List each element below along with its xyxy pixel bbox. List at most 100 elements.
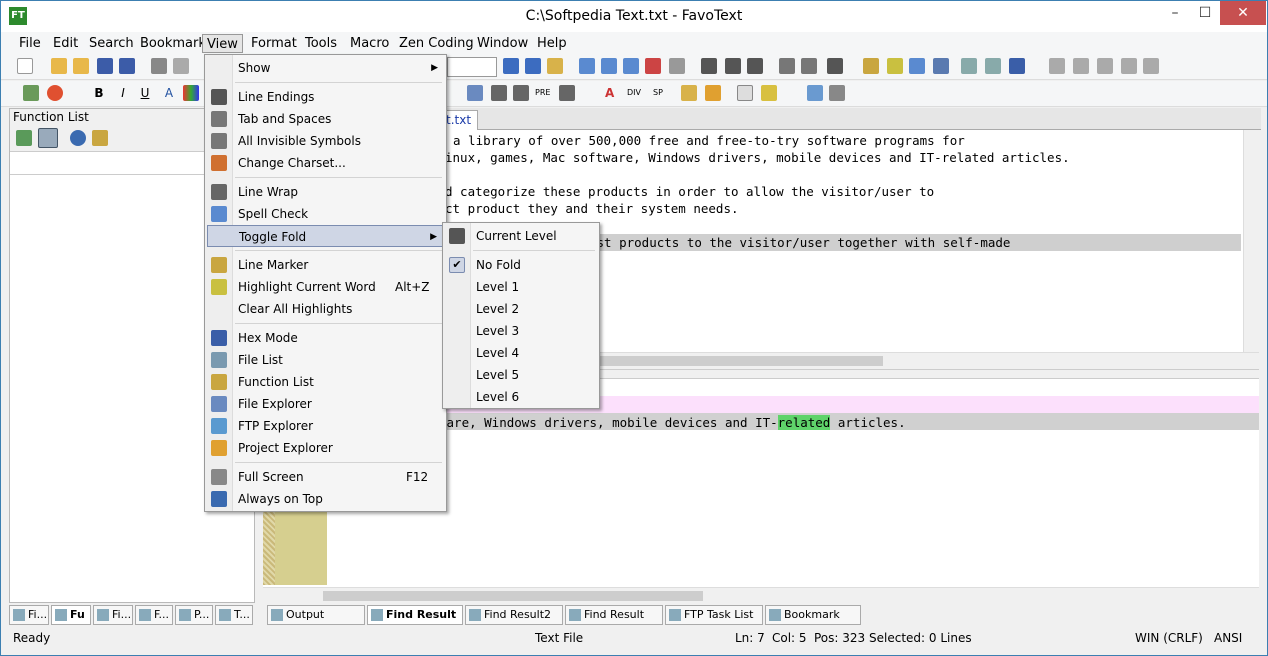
browser-icon[interactable] (47, 85, 63, 101)
copy-icon[interactable] (173, 58, 189, 74)
form-icon[interactable] (681, 85, 697, 101)
anchor-icon[interactable]: A (605, 85, 621, 101)
save-icon[interactable] (97, 58, 113, 74)
new-file-icon[interactable] (17, 58, 33, 74)
save-all-icon[interactable] (119, 58, 135, 74)
menu-tools[interactable]: Tools (301, 34, 341, 53)
highlight-icon[interactable] (887, 58, 903, 74)
status-encoding[interactable]: ANSI (1214, 631, 1242, 645)
media-icon[interactable] (829, 85, 845, 101)
stop-icon[interactable] (1121, 58, 1137, 74)
menu-item-line-endings[interactable]: Line Endings (207, 86, 444, 108)
tab-project-explorer[interactable]: P... (175, 605, 213, 625)
frame-icon[interactable] (737, 85, 753, 101)
comment-icon[interactable] (779, 58, 795, 74)
tab-find-result2[interactable]: Find Result2 (465, 605, 563, 625)
line-marker-icon[interactable] (863, 58, 879, 74)
tab-function-list[interactable]: Fu (51, 605, 91, 625)
menu-help[interactable]: Help (533, 34, 571, 53)
menu-macro[interactable]: Macro (346, 34, 393, 53)
pre-icon[interactable]: PRE (535, 85, 551, 101)
menu-zen-coding[interactable]: Zen Coding (395, 34, 478, 53)
find-icon[interactable] (503, 58, 519, 74)
tab-output[interactable]: Output (267, 605, 365, 625)
center-icon[interactable] (491, 85, 507, 101)
tree-icon[interactable] (16, 130, 32, 146)
menu-item-current-level[interactable]: Current Level (445, 225, 597, 247)
span-icon[interactable]: SP (653, 85, 669, 101)
menu-item-ftp-explorer[interactable]: FTP Explorer (207, 415, 444, 437)
menu-item-file-list[interactable]: File List (207, 349, 444, 371)
bookmark-clear-icon[interactable] (645, 58, 661, 74)
cut-icon[interactable] (151, 58, 167, 74)
options-icon[interactable] (92, 130, 108, 146)
list-icon[interactable] (559, 85, 575, 101)
settings-icon[interactable] (933, 58, 949, 74)
menu-item-all-invisible-symbols[interactable]: All Invisible Symbols (207, 130, 444, 152)
spell-check-icon[interactable] (909, 58, 925, 74)
result-horizontal-scrollbar[interactable] (263, 587, 1259, 603)
underline-icon[interactable]: U (137, 85, 153, 101)
find-next-icon[interactable] (525, 58, 541, 74)
align-icon[interactable] (747, 58, 763, 74)
home-icon[interactable] (1143, 58, 1159, 74)
italic-icon[interactable]: I (115, 85, 131, 101)
menu-item-hex-mode[interactable]: Hex Mode (207, 327, 444, 349)
menu-item-clear-all-highlights[interactable]: Clear All Highlights (207, 298, 444, 320)
table-icon[interactable] (467, 85, 483, 101)
scroll-thumb[interactable] (323, 591, 703, 601)
menu-item-highlight-current-word[interactable]: Highlight Current Word Alt+Z (207, 276, 444, 298)
hex-mode-icon[interactable] (1009, 58, 1025, 74)
tab-file-explorer[interactable]: Fi... (93, 605, 133, 625)
tab-file-list[interactable]: Fi... (9, 605, 49, 625)
menu-item-show[interactable]: Show ▶ (207, 57, 444, 79)
menu-item-full-screen[interactable]: Full Screen F12 (207, 466, 444, 488)
tab-bookmark-list[interactable]: Bookmark List (765, 605, 861, 639)
menu-window[interactable]: Window (473, 34, 532, 53)
font-icon[interactable]: A (161, 85, 177, 101)
image-icon[interactable] (807, 85, 823, 101)
refresh-icon[interactable] (1097, 58, 1113, 74)
tab-ftp-explorer[interactable]: F... (135, 605, 173, 625)
menu-item-project-explorer[interactable]: Project Explorer (207, 437, 444, 459)
editor-vertical-scrollbar[interactable] (1243, 130, 1259, 352)
minimize-button[interactable]: – (1160, 1, 1190, 25)
brace-match-icon[interactable] (669, 58, 685, 74)
menu-item-level-3[interactable]: Level 3 (445, 320, 597, 342)
script-icon[interactable] (705, 85, 721, 101)
outdent-icon[interactable] (725, 58, 741, 74)
menu-view[interactable]: View (202, 34, 243, 53)
right-align-icon[interactable] (513, 85, 529, 101)
insert-icon[interactable] (827, 58, 843, 74)
menu-item-line-marker[interactable]: Line Marker (207, 254, 444, 276)
menu-file[interactable]: File (15, 34, 45, 53)
menu-format[interactable]: Format (247, 34, 301, 53)
div-icon[interactable]: DIV (627, 85, 643, 101)
menu-item-level-1[interactable]: Level 1 (445, 276, 597, 298)
open-folder-2-icon[interactable] (73, 58, 89, 74)
menu-item-change-charset[interactable]: Change Charset... (207, 152, 444, 174)
tab-ftp-task-list[interactable]: FTP Task List (665, 605, 763, 625)
layout-icon[interactable] (761, 85, 777, 101)
forward-icon[interactable] (1073, 58, 1089, 74)
bookmark-toggle-icon[interactable] (579, 58, 595, 74)
refresh-icon[interactable] (70, 130, 86, 146)
menu-item-tab-and-spaces[interactable]: Tab and Spaces (207, 108, 444, 130)
indent-icon[interactable] (701, 58, 717, 74)
open-folder-icon[interactable] (51, 58, 67, 74)
menu-edit[interactable]: Edit (49, 34, 82, 53)
color-icon[interactable] (183, 85, 199, 101)
tab-template[interactable]: T... (215, 605, 253, 625)
menu-item-level-6[interactable]: Level 6 (445, 386, 597, 408)
menu-item-level-5[interactable]: Level 5 (445, 364, 597, 386)
close-button[interactable]: ✕ (1220, 1, 1266, 25)
uncomment-icon[interactable] (801, 58, 817, 74)
html-doc-icon[interactable] (23, 85, 39, 101)
font-size-select[interactable] (447, 57, 497, 77)
menu-item-level-4[interactable]: Level 4 (445, 342, 597, 364)
menu-search[interactable]: Search (85, 34, 138, 53)
replace-icon[interactable] (547, 58, 563, 74)
menu-item-spell-check[interactable]: Spell Check (207, 203, 444, 225)
tab-find-result[interactable]: Find Result (367, 605, 463, 625)
bookmark-prev-icon[interactable] (623, 58, 639, 74)
